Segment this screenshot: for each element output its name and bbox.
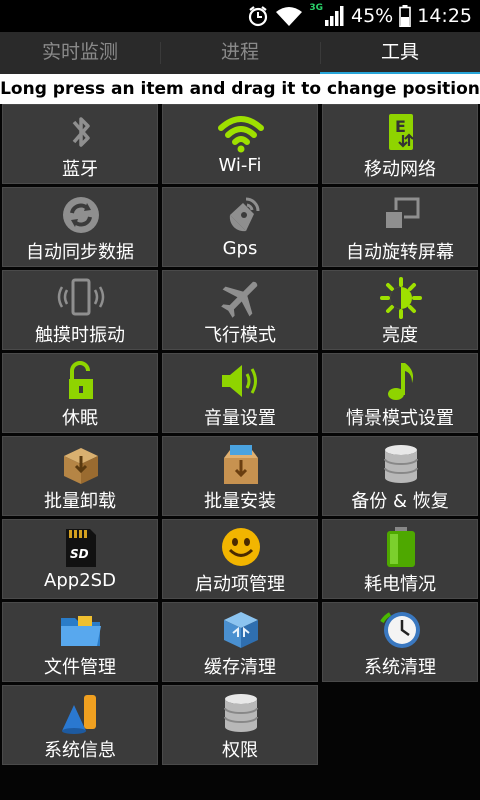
unlock-icon <box>69 361 93 399</box>
tool-label: 情景模式设置 <box>346 408 454 429</box>
drag-hint-banner: Long press an item and drag it to change… <box>0 74 480 104</box>
folder-icon <box>61 616 101 646</box>
tool-volume-settings[interactable]: 音量设置 <box>162 353 318 433</box>
tool-label: 亮度 <box>382 325 418 346</box>
tab-realtime-monitor[interactable]: 实时监测 <box>0 32 160 74</box>
tool-permissions[interactable]: 权限 <box>162 685 318 765</box>
tool-label: 备份 & 恢复 <box>351 491 449 512</box>
tool-label: Gps <box>222 238 258 259</box>
smiley-icon <box>222 528 260 566</box>
tool-label: Wi-Fi <box>218 155 262 176</box>
sync-icon <box>63 197 99 233</box>
music-note-icon <box>388 363 414 400</box>
tool-label: 休眠 <box>62 408 98 429</box>
tool-label: 触摸时振动 <box>35 325 125 346</box>
tool-label: 启动项管理 <box>195 574 285 595</box>
tool-bluetooth[interactable]: 蓝牙 <box>2 104 158 184</box>
tool-power-usage[interactable]: 耗电情况 <box>322 519 478 599</box>
recycle-cube-icon <box>224 612 258 648</box>
tool-profile-settings[interactable]: 情景模式设置 <box>322 353 478 433</box>
tool-label: 耗电情况 <box>364 574 436 595</box>
tool-label: 系统清理 <box>364 657 436 678</box>
volume-icon <box>222 365 257 397</box>
rotate-screen-icon <box>384 197 420 230</box>
tool-auto-rotate[interactable]: 自动旋转屏幕 <box>322 187 478 267</box>
brightness-icon <box>380 277 422 319</box>
tool-label: 自动同步数据 <box>26 242 134 263</box>
tool-cache-cleaner[interactable]: 缓存清理 <box>162 602 318 682</box>
tool-system-info[interactable]: 系统信息 <box>2 685 158 765</box>
mobile-network-icon: E <box>389 114 414 150</box>
tool-label: 音量设置 <box>204 408 276 429</box>
tool-label: 缓存清理 <box>204 657 276 678</box>
satellite-icon <box>229 197 260 232</box>
tool-backup-restore[interactable]: 备份 & 恢复 <box>322 436 478 516</box>
alarm-icon <box>249 6 268 27</box>
sd-card-icon: SD <box>66 529 96 567</box>
tool-vibrate-on-touch[interactable]: 触摸时振动 <box>2 270 158 350</box>
tool-brightness[interactable]: 亮度 <box>322 270 478 350</box>
tab-bar: 实时监测 进程 工具 <box>0 32 480 76</box>
tool-app2sd[interactable]: SD App2SD <box>2 519 158 599</box>
tool-label: App2SD <box>44 570 116 591</box>
tool-startup-manager[interactable]: 启动项管理 <box>162 519 318 599</box>
tool-batch-install[interactable]: 批量安装 <box>162 436 318 516</box>
tool-label: 文件管理 <box>44 657 116 678</box>
svg-text:E: E <box>395 117 406 136</box>
tool-airplane-mode[interactable]: 飞行模式 <box>162 270 318 350</box>
battery-icon <box>399 5 412 27</box>
network-type: 3G <box>309 3 323 13</box>
tool-label: 系统信息 <box>44 740 116 761</box>
svg-text:SD: SD <box>70 547 89 561</box>
tool-label: 自动旋转屏幕 <box>346 242 454 263</box>
wifi-icon <box>218 116 264 153</box>
tool-label: 批量安装 <box>204 491 276 512</box>
box-uninstall-icon <box>64 448 98 484</box>
tool-label: 移动网络 <box>364 159 436 180</box>
tool-mobile-network[interactable]: E 移动网络 <box>322 104 478 184</box>
tool-gps[interactable]: Gps <box>162 187 318 267</box>
battery-percent: 45% <box>351 5 394 27</box>
database-icon <box>224 694 258 732</box>
tool-wifi[interactable]: Wi-Fi <box>162 104 318 184</box>
tool-batch-uninstall[interactable]: 批量卸载 <box>2 436 158 516</box>
airplane-icon <box>221 281 258 318</box>
tool-sleep[interactable]: 休眠 <box>2 353 158 433</box>
tab-processes[interactable]: 进程 <box>160 32 320 74</box>
tool-label: 权限 <box>222 740 258 761</box>
clock-icon <box>380 612 420 648</box>
box-install-icon <box>224 445 258 484</box>
clock-time: 14:25 <box>417 5 472 27</box>
tab-tools[interactable]: 工具 <box>320 32 480 76</box>
bluetooth-icon <box>72 117 90 147</box>
shapes-icon <box>62 695 96 734</box>
tool-file-manager[interactable]: 文件管理 <box>2 602 158 682</box>
tool-system-cleaner[interactable]: 系统清理 <box>322 602 478 682</box>
tool-label: 蓝牙 <box>62 159 98 180</box>
database-icon <box>384 445 418 483</box>
status-bar: 3G 45% 14:25 <box>0 0 480 32</box>
tool-auto-sync[interactable]: 自动同步数据 <box>2 187 158 267</box>
signal-icon <box>325 6 344 26</box>
vibrate-icon <box>57 278 105 316</box>
wifi-icon <box>276 7 303 26</box>
tool-label: 飞行模式 <box>204 325 276 346</box>
tool-label: 批量卸载 <box>44 491 116 512</box>
battery-usage-icon <box>387 527 415 567</box>
